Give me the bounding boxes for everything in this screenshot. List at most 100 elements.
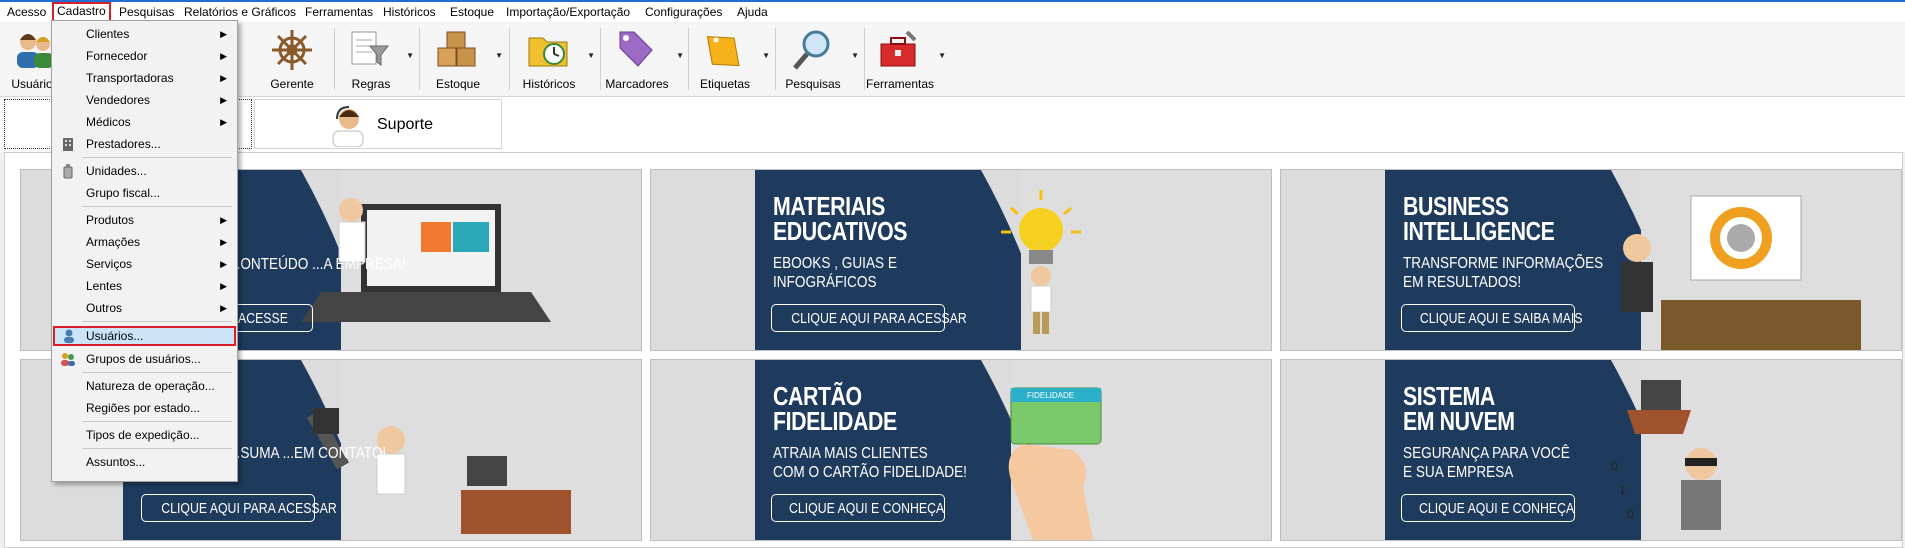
- menu-item-produtos[interactable]: Produtos ▶: [54, 210, 235, 230]
- banner-title: MATERIAIS EDUCATIVOS: [773, 191, 908, 246]
- menu-separator: [82, 372, 232, 373]
- menu-item-outros[interactable]: Outros ▶: [54, 298, 235, 318]
- menu-separator: [82, 157, 232, 158]
- toolbar-ferramentas-button[interactable]: ▼ Ferramentas: [866, 25, 948, 93]
- svg-text:0: 0: [1611, 459, 1618, 473]
- menu-item-lentes[interactable]: Lentes ▶: [54, 276, 235, 296]
- menu-item-unidades[interactable]: Unidades...: [54, 161, 235, 181]
- banner-background: 0 1 0: [1385, 360, 1901, 540]
- menu-item-natureza-operacao[interactable]: Natureza de operação...: [54, 376, 235, 396]
- banner-area: ...ONTEÚDO ...A EMPRESA! ...E ACESSE MAT…: [4, 152, 1903, 548]
- toolbar-separator: [600, 28, 601, 90]
- submenu-arrow-icon: ▶: [220, 259, 227, 269]
- ship-wheel-icon: [272, 30, 312, 70]
- banner-button[interactable]: CLIQUE AQUI E SAIBA MAIS: [1401, 304, 1583, 332]
- banner-subtitle: TRANSFORME INFORMAÇÕES EM RESULTADOS!: [1403, 255, 1604, 291]
- toolbar-etiquetas-button[interactable]: ▼ Etiquetas: [692, 25, 772, 93]
- toolbar-separator: [509, 28, 510, 90]
- toolbar-label: Etiquetas: [699, 77, 751, 91]
- banner-subtitle: ...SUMA ...EM CONTATO!: [229, 445, 387, 462]
- menu-item-regioes-estado[interactable]: Regiões por estado...: [54, 398, 235, 418]
- toolbar-separator: [688, 28, 689, 90]
- toolbox-icon: [880, 30, 917, 67]
- menu-item-tipos-expedicao[interactable]: Tipos de expedição...: [54, 425, 235, 445]
- banner-business-intelligence[interactable]: BUSINESS INTELLIGENCE TRANSFORME INFORMA…: [1280, 169, 1902, 351]
- toolbar-label: Regras: [351, 77, 391, 91]
- submenu-arrow-icon: ▶: [220, 215, 227, 225]
- menu-ajuda[interactable]: Ajuda: [733, 4, 772, 21]
- menu-item-grupo-fiscal[interactable]: Grupo fiscal...: [54, 183, 235, 203]
- banner-subtitle: ATRAIA MAIS CLIENTES COM O CARTÃO FIDELI…: [773, 445, 967, 481]
- menu-item-clientes[interactable]: Clientes ▶: [54, 24, 235, 44]
- menu-item-servicos[interactable]: Serviços ▶: [54, 254, 235, 274]
- banner-button[interactable]: CLIQUE AQUI PARA ACESSAR: [141, 494, 337, 522]
- menu-separator: [82, 321, 232, 322]
- folder-clock-icon: [528, 37, 568, 67]
- dropdown-arrow-icon[interactable]: ▼: [587, 51, 595, 60]
- submenu-arrow-icon: ▶: [220, 281, 227, 291]
- submenu-arrow-icon: ▶: [220, 237, 227, 247]
- toolbar-marcadores-button[interactable]: ▼ Marcadores: [602, 25, 686, 93]
- tab-suporte[interactable]: Suporte: [254, 99, 502, 149]
- menu-pesquisas[interactable]: Pesquisas: [115, 4, 178, 21]
- dropdown-arrow-icon[interactable]: ▼: [676, 51, 684, 60]
- menu-item-usuarios[interactable]: Usuários...: [53, 326, 236, 346]
- dropdown-arrow-icon[interactable]: ▼: [762, 51, 770, 60]
- banner-button[interactable]: CLIQUE AQUI PARA ACESSAR: [771, 304, 967, 332]
- tab-row: Suporte: [0, 97, 1905, 152]
- toolbar-regras-button[interactable]: ▼ Regras: [340, 25, 416, 93]
- banner-title: SISTEMA EM NUVEM: [1403, 381, 1515, 436]
- menu-ferramentas[interactable]: Ferramentas: [301, 4, 377, 21]
- banner-cartao-fidelidade[interactable]: CARTÃO FIDELIDADE ATRAIA MAIS CLIENTES C…: [650, 359, 1272, 541]
- support-agent-icon: [332, 106, 364, 147]
- svg-text:1: 1: [1619, 483, 1626, 497]
- dropdown-arrow-icon[interactable]: ▼: [406, 51, 414, 60]
- submenu-arrow-icon: ▶: [220, 29, 227, 39]
- menu-item-transportadoras[interactable]: Transportadoras ▶: [54, 68, 235, 88]
- banner-subtitle: EBOOKS , GUIAS E INFOGRÁFICOS: [773, 255, 897, 291]
- dropdown-arrow-icon[interactable]: ▼: [495, 51, 503, 60]
- toolbar-label: Marcadores: [605, 77, 669, 91]
- menu-bar: Acesso Cadastro Pesquisas Relatórios e G…: [0, 0, 1905, 23]
- menu-relatorios[interactable]: Relatórios e Gráficos: [180, 4, 300, 21]
- menu-item-assuntos[interactable]: Assuntos...: [54, 452, 235, 472]
- toolbar-historicos-button[interactable]: ▼ Históricos: [515, 25, 597, 93]
- toolbar-gerente-button[interactable]: Gerente: [262, 25, 322, 93]
- menu-item-armacoes[interactable]: Armações ▶: [54, 232, 235, 252]
- dropdown-arrow-icon[interactable]: ▼: [851, 51, 859, 60]
- menu-historicos[interactable]: Históricos: [379, 4, 440, 21]
- banner-subtitle: ...ONTEÚDO ...A EMPRESA!: [229, 256, 406, 273]
- menu-item-medicos[interactable]: Médicos ▶: [54, 112, 235, 132]
- bottle-icon: [63, 164, 73, 179]
- menu-item-fornecedor[interactable]: Fornecedor ▶: [54, 46, 235, 66]
- toolbar-label: Pesquisas: [785, 77, 841, 91]
- menu-configuracoes[interactable]: Configurações: [641, 4, 726, 21]
- menu-item-grupos-usuarios[interactable]: Grupos de usuários...: [54, 349, 235, 369]
- submenu-arrow-icon: ▶: [220, 95, 227, 105]
- building-icon: [63, 138, 73, 151]
- toolbar-estoque-button[interactable]: ▼ Estoque: [425, 25, 505, 93]
- tab-suporte-label: Suporte: [377, 116, 434, 133]
- menu-estoque[interactable]: Estoque: [446, 4, 498, 21]
- label-icon: [706, 36, 740, 67]
- submenu-arrow-icon: ▶: [220, 117, 227, 127]
- toolbar-separator: [334, 28, 335, 90]
- menu-separator: [82, 421, 232, 422]
- submenu-arrow-icon: ▶: [220, 73, 227, 83]
- dropdown-arrow-icon[interactable]: ▼: [938, 51, 946, 60]
- toolbar-separator: [419, 28, 420, 90]
- submenu-arrow-icon: ▶: [220, 51, 227, 61]
- banner-button[interactable]: CLIQUE AQUI E CONHEÇA: [1401, 494, 1575, 522]
- banner-sistema-em-nuvem[interactable]: 0 1 0 SISTEMA EM NUVEM SEGURANÇA PARA VO…: [1280, 359, 1902, 541]
- banner-button[interactable]: CLIQUE AQUI E CONHEÇA: [771, 494, 945, 522]
- menu-acesso[interactable]: Acesso: [3, 4, 50, 21]
- menu-item-vendedores[interactable]: Vendedores ▶: [54, 90, 235, 110]
- toolbar-separator: [864, 28, 865, 90]
- toolbar: Usuários Gerente ▼ Regras ▼ Estoque ▼ Hi…: [0, 22, 1905, 97]
- banner-materiais-educativos[interactable]: MATERIAIS EDUCATIVOS EBOOKS , GUIAS E IN…: [650, 169, 1272, 351]
- menu-item-prestadores[interactable]: Prestadores...: [54, 134, 235, 154]
- cadastro-menu: Clientes ▶ Fornecedor ▶ Transportadoras ▶ V…: [51, 20, 238, 482]
- menu-importacao[interactable]: Importação/Exportação: [502, 4, 634, 21]
- banner-subtitle: SEGURANÇA PARA VOCÊ E SUA EMPRESA: [1403, 445, 1570, 481]
- toolbar-pesquisas-button[interactable]: ▼ Pesquisas: [779, 25, 861, 93]
